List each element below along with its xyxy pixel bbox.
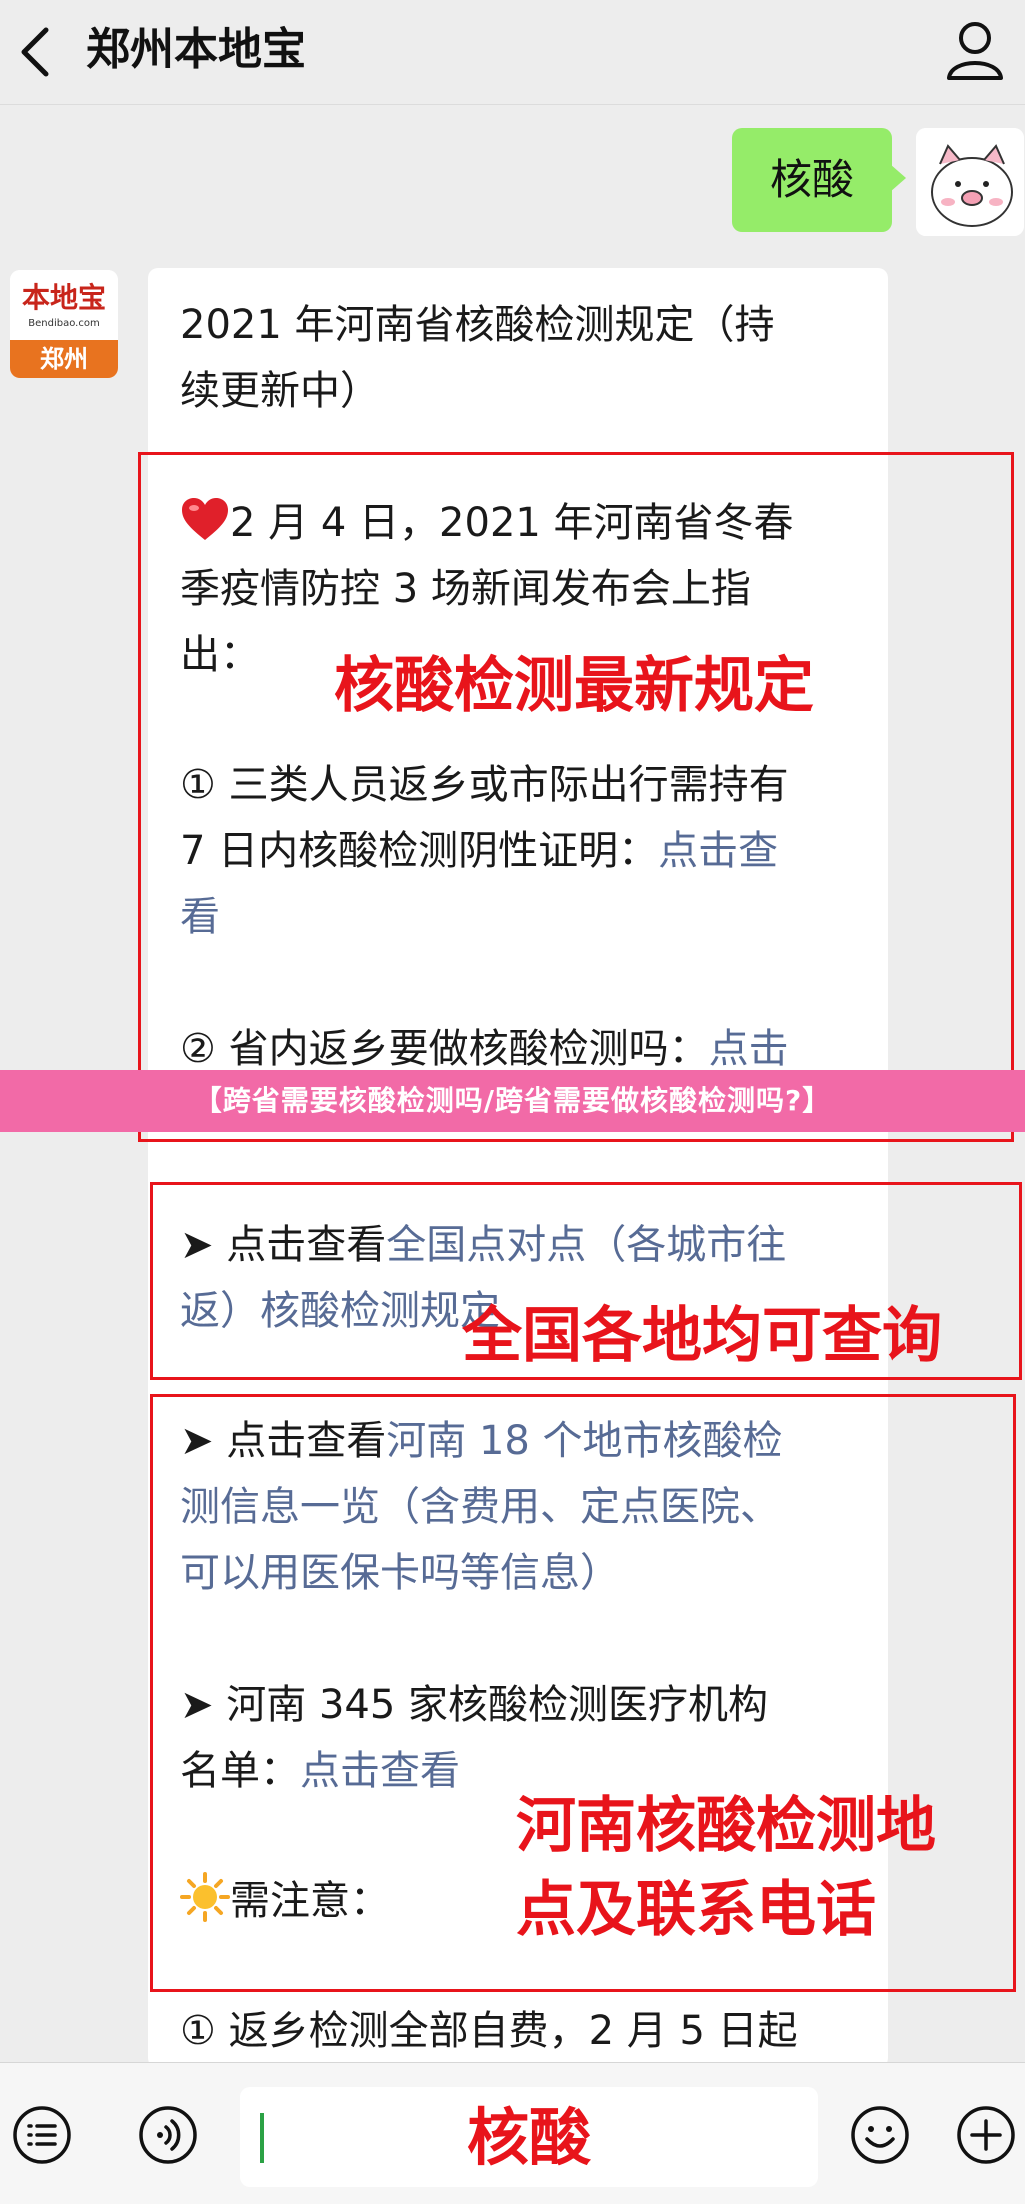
overlay-banner: 【跨省需要核酸检测吗/跨省需要做核酸检测吗?】 — [0, 1070, 1025, 1132]
avatar-brand-text: 本地宝 — [21, 281, 106, 314]
avatar-site-text: Bendibao.com — [28, 318, 100, 329]
annotation-box-1 — [138, 452, 1014, 1142]
annotation-label-3-line-2: 点及联系电话 — [516, 1875, 876, 1945]
headline-line-1: 2021 年河南省核酸检测规定（持 — [180, 302, 775, 348]
back-arrow-icon[interactable] — [14, 24, 58, 80]
plus-icon[interactable] — [956, 2105, 1016, 2165]
message-input[interactable]: 核酸 — [240, 2087, 818, 2187]
headline-line-2: 续更新中） — [180, 368, 380, 414]
profile-icon[interactable] — [945, 18, 1005, 82]
user-avatar[interactable] — [916, 128, 1024, 236]
emoji-icon[interactable] — [850, 2105, 910, 2165]
page-title: 郑州本地宝 — [86, 24, 306, 75]
menu-icon[interactable] — [12, 2105, 72, 2165]
paragraph-line: ① 返乡检测全部自费，2 月 5 日起 — [180, 2008, 798, 2054]
input-bar: 核酸 — [0, 2062, 1025, 2204]
pig-avatar-icon — [916, 128, 1024, 236]
outgoing-message-bubble[interactable]: 核酸 — [732, 128, 907, 232]
annotation-label-3-line-1: 河南核酸检测地 — [516, 1791, 936, 1861]
annotation-label-1: 核酸检测最新规定 — [334, 651, 814, 721]
avatar-city-text: 郑州 — [10, 340, 118, 378]
input-value: 核酸 — [466, 2101, 591, 2174]
account-avatar[interactable]: 本地宝 Bendibao.com 郑州 — [10, 270, 118, 378]
voice-icon[interactable] — [138, 2105, 198, 2165]
top-bar: 郑州本地宝 — [0, 0, 1025, 105]
annotation-label-2: 全国各地均可查询 — [462, 1301, 942, 1371]
